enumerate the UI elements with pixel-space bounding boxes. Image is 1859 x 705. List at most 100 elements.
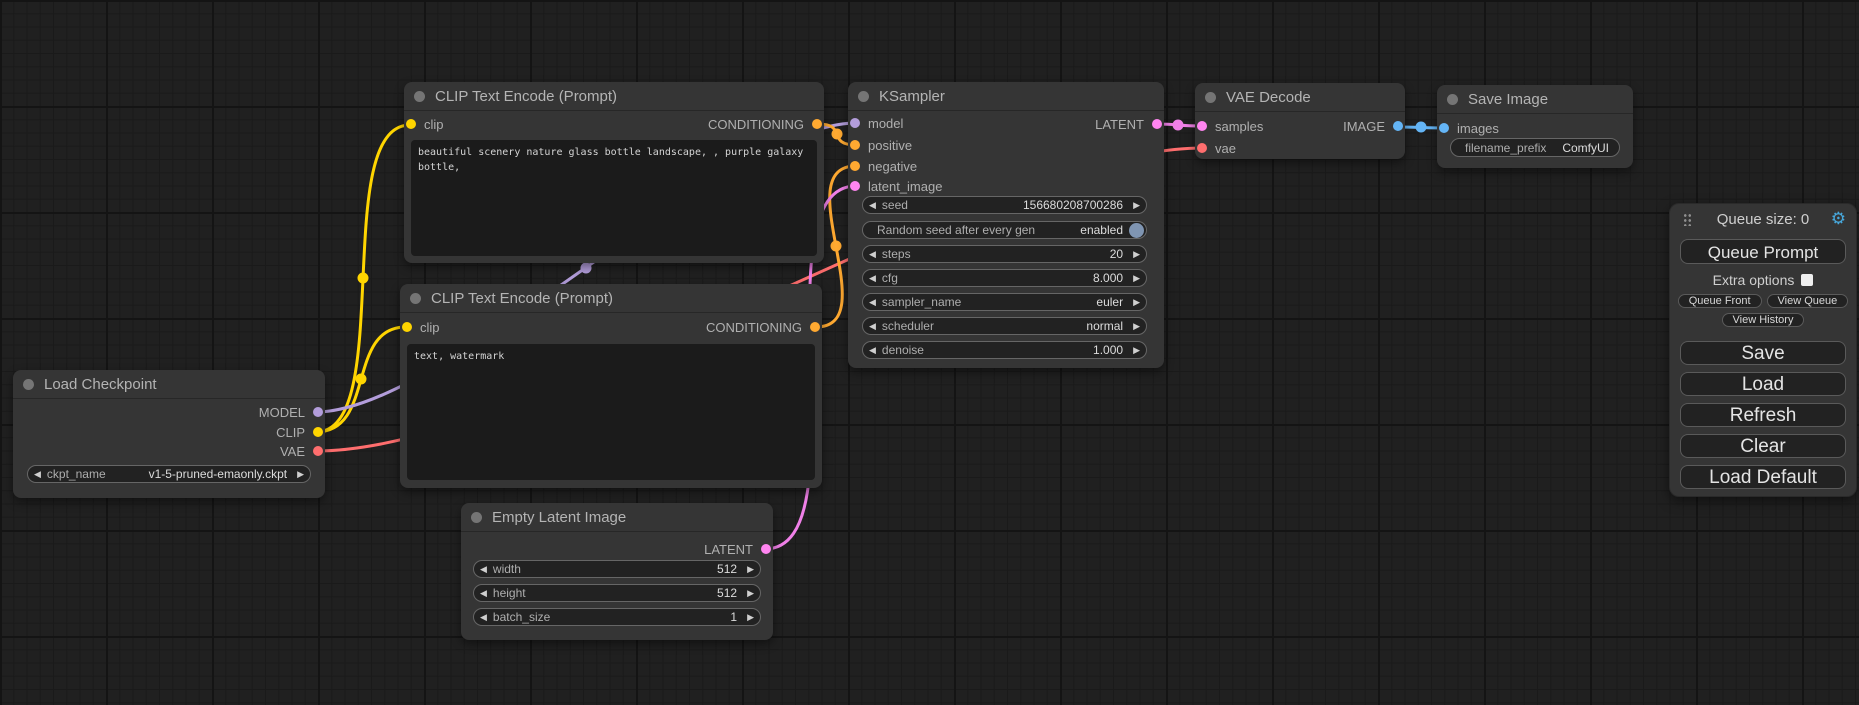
node-title-bar[interactable]: VAE Decode: [1195, 83, 1405, 112]
gear-icon[interactable]: ⚙: [1831, 209, 1846, 229]
collapse-dot-icon[interactable]: [1447, 94, 1458, 105]
decrement-arrow-icon[interactable]: ◀: [480, 589, 487, 598]
toggle-enabled-icon[interactable]: [1129, 223, 1144, 238]
conditioning-output-dot[interactable]: [812, 119, 822, 129]
model-output-dot[interactable]: [313, 407, 323, 417]
node-title-bar[interactable]: Save Image: [1437, 85, 1633, 114]
node-save-image[interactable]: Save Image images filename_prefix ComfyU…: [1437, 85, 1633, 168]
queue-prompt-button[interactable]: Queue Prompt: [1680, 239, 1846, 264]
increment-arrow-icon[interactable]: ▶: [747, 613, 754, 622]
increment-arrow-icon[interactable]: ▶: [297, 470, 304, 479]
widget-seed[interactable]: ◀ seed 156680208700286 ▶: [862, 196, 1147, 214]
load-button[interactable]: Load: [1680, 372, 1846, 396]
view-history-button[interactable]: View History: [1722, 313, 1805, 327]
clip-input-dot[interactable]: [402, 322, 412, 332]
decrement-arrow-icon[interactable]: ◀: [869, 201, 876, 210]
widget-height[interactable]: ◀ height 512 ▶: [473, 584, 761, 602]
output-vae[interactable]: VAE: [280, 442, 323, 460]
node-graph-canvas[interactable]: Load Checkpoint MODEL CLIP VAE ◀ ckpt_na…: [0, 0, 1859, 705]
clear-button[interactable]: Clear: [1680, 434, 1846, 458]
decrement-arrow-icon[interactable]: ◀: [869, 346, 876, 355]
node-empty-latent-image[interactable]: Empty Latent Image LATENT ◀ width 512 ▶ …: [461, 503, 773, 640]
queue-front-button[interactable]: Queue Front: [1678, 294, 1762, 308]
collapse-dot-icon[interactable]: [410, 293, 421, 304]
output-latent[interactable]: LATENT: [704, 540, 771, 558]
increment-arrow-icon[interactable]: ▶: [1133, 274, 1140, 283]
output-conditioning[interactable]: CONDITIONING: [706, 318, 820, 336]
model-input-dot[interactable]: [850, 118, 860, 128]
increment-arrow-icon[interactable]: ▶: [747, 565, 754, 574]
image-input-dot[interactable]: [1439, 123, 1449, 133]
widget-random-seed-toggle[interactable]: Random seed after every gen enabled: [862, 221, 1147, 239]
view-queue-button[interactable]: View Queue: [1767, 294, 1849, 308]
increment-arrow-icon[interactable]: ▶: [747, 589, 754, 598]
node-title-bar[interactable]: CLIP Text Encode (Prompt): [404, 82, 824, 111]
output-image[interactable]: IMAGE: [1343, 117, 1403, 135]
widget-ckpt-name[interactable]: ◀ ckpt_name v1-5-pruned-emaonly.ckpt ▶: [27, 465, 311, 483]
clip-input-dot[interactable]: [406, 119, 416, 129]
node-load-checkpoint[interactable]: Load Checkpoint MODEL CLIP VAE ◀ ckpt_na…: [13, 370, 325, 498]
image-output-dot[interactable]: [1393, 121, 1403, 131]
node-ksampler[interactable]: KSampler model positive negative latent_…: [848, 82, 1164, 368]
output-latent[interactable]: LATENT: [1095, 115, 1162, 133]
vae-output-dot[interactable]: [313, 446, 323, 456]
input-clip[interactable]: clip: [402, 318, 440, 336]
input-negative[interactable]: negative: [850, 157, 917, 175]
save-button[interactable]: Save: [1680, 341, 1846, 365]
increment-arrow-icon[interactable]: ▶: [1133, 250, 1140, 259]
increment-arrow-icon[interactable]: ▶: [1133, 298, 1140, 307]
node-clip-text-encode-negative[interactable]: CLIP Text Encode (Prompt) clip CONDITION…: [400, 284, 822, 488]
decrement-arrow-icon[interactable]: ◀: [480, 613, 487, 622]
increment-arrow-icon[interactable]: ▶: [1133, 201, 1140, 210]
extra-options-checkbox[interactable]: [1801, 274, 1813, 286]
increment-arrow-icon[interactable]: ▶: [1133, 322, 1140, 331]
prompt-textarea[interactable]: beautiful scenery nature glass bottle la…: [411, 140, 817, 256]
input-images[interactable]: images: [1439, 119, 1499, 137]
node-clip-text-encode-positive[interactable]: CLIP Text Encode (Prompt) clip CONDITION…: [404, 82, 824, 263]
collapse-dot-icon[interactable]: [414, 91, 425, 102]
widget-denoise[interactable]: ◀ denoise 1.000 ▶: [862, 341, 1147, 359]
clip-output-dot[interactable]: [313, 427, 323, 437]
input-vae[interactable]: vae: [1197, 139, 1236, 157]
latent-output-dot[interactable]: [761, 544, 771, 554]
decrement-arrow-icon[interactable]: ◀: [869, 298, 876, 307]
node-vae-decode[interactable]: VAE Decode samples vae IMAGE: [1195, 83, 1405, 159]
widget-filename-prefix[interactable]: filename_prefix ComfyUI: [1450, 138, 1620, 157]
input-positive[interactable]: positive: [850, 136, 912, 154]
input-samples[interactable]: samples: [1197, 117, 1263, 135]
input-latent-image[interactable]: latent_image: [850, 177, 942, 195]
decrement-arrow-icon[interactable]: ◀: [869, 322, 876, 331]
node-title-bar[interactable]: CLIP Text Encode (Prompt): [400, 284, 822, 313]
collapse-dot-icon[interactable]: [23, 379, 34, 390]
collapse-dot-icon[interactable]: [1205, 92, 1216, 103]
prompt-textarea[interactable]: text, watermark: [407, 344, 815, 480]
node-title-bar[interactable]: KSampler: [848, 82, 1164, 111]
drag-handle-icon[interactable]: [1683, 213, 1691, 226]
output-conditioning[interactable]: CONDITIONING: [708, 115, 822, 133]
widget-cfg[interactable]: ◀ cfg 8.000 ▶: [862, 269, 1147, 287]
node-title-bar[interactable]: Empty Latent Image: [461, 503, 773, 532]
latent-output-dot[interactable]: [1152, 119, 1162, 129]
widget-steps[interactable]: ◀ steps 20 ▶: [862, 245, 1147, 263]
decrement-arrow-icon[interactable]: ◀: [869, 250, 876, 259]
refresh-button[interactable]: Refresh: [1680, 403, 1846, 427]
widget-sampler-name[interactable]: ◀ sampler_name euler ▶: [862, 293, 1147, 311]
conditioning-input-dot[interactable]: [850, 140, 860, 150]
widget-width[interactable]: ◀ width 512 ▶: [473, 560, 761, 578]
increment-arrow-icon[interactable]: ▶: [1133, 346, 1140, 355]
node-title-bar[interactable]: Load Checkpoint: [13, 370, 325, 399]
widget-batch-size[interactable]: ◀ batch_size 1 ▶: [473, 608, 761, 626]
output-model[interactable]: MODEL: [259, 403, 323, 421]
decrement-arrow-icon[interactable]: ◀: [869, 274, 876, 283]
collapse-dot-icon[interactable]: [858, 91, 869, 102]
vae-input-dot[interactable]: [1197, 143, 1207, 153]
input-model[interactable]: model: [850, 114, 903, 132]
input-clip[interactable]: clip: [406, 115, 444, 133]
conditioning-output-dot[interactable]: [810, 322, 820, 332]
decrement-arrow-icon[interactable]: ◀: [480, 565, 487, 574]
latent-input-dot[interactable]: [1197, 121, 1207, 131]
load-default-button[interactable]: Load Default: [1680, 465, 1846, 489]
output-clip[interactable]: CLIP: [276, 423, 323, 441]
latent-input-dot[interactable]: [850, 181, 860, 191]
widget-scheduler[interactable]: ◀ scheduler normal ▶: [862, 317, 1147, 335]
